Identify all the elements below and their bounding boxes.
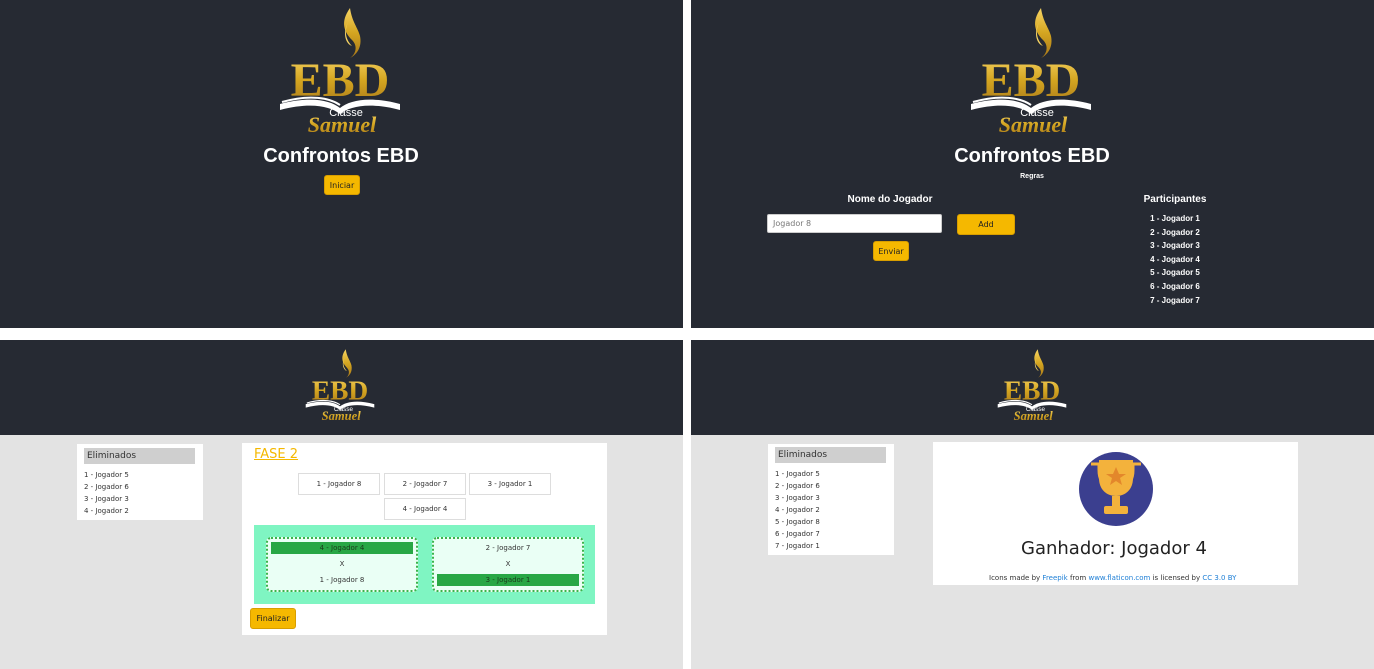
- list-item: 2 - Jogador 6: [775, 482, 820, 490]
- match-player-winner[interactable]: 4 - Jogador 4: [271, 542, 413, 554]
- list-item: 4 - Jogador 2: [84, 507, 129, 515]
- screen-winner: EBD Classe Samuel Eliminados 1 - Jogador…: [691, 340, 1374, 669]
- match-player[interactable]: 1 - Jogador 8: [271, 574, 413, 586]
- page-title: Confrontos EBD: [954, 145, 1110, 167]
- screen-phase: EBD Classe Samuel Eliminados 1 - Jogador…: [0, 340, 683, 669]
- matches-area: 4 - Jogador 4 X 1 - Jogador 8 2 - Jogado…: [254, 525, 595, 604]
- list-item: 3 - Jogador 3: [1150, 241, 1200, 251]
- player-name-input[interactable]: Jogador 8: [767, 214, 942, 233]
- list-item: 1 - Jogador 5: [84, 471, 129, 479]
- list-item: 7 - Jogador 7: [1150, 295, 1200, 305]
- send-button[interactable]: Enviar: [873, 241, 909, 261]
- screen-register: EBD Classe Samuel Confrontos EBD Regras …: [691, 0, 1374, 328]
- list-item: 2 - Jogador 6: [84, 483, 129, 491]
- list-item: 3 - Jogador 3: [775, 494, 820, 502]
- rules-link[interactable]: Regras: [1011, 173, 1053, 180]
- match-vs: X: [505, 560, 511, 568]
- svg-text:Samuel: Samuel: [322, 409, 362, 423]
- list-item: 6 - Jogador 6: [1150, 281, 1200, 291]
- svg-text:EBD: EBD: [312, 376, 368, 406]
- svg-text:Samuel: Samuel: [1014, 409, 1054, 423]
- winner-text: Ganhador: Jogador 4: [1021, 538, 1207, 559]
- svg-text:Samuel: Samuel: [308, 112, 377, 137]
- svg-text:EBD: EBD: [1004, 376, 1060, 406]
- list-item: 5 - Jogador 8: [775, 518, 820, 526]
- match-player-winner[interactable]: 3 - Jogador 1: [437, 574, 579, 586]
- list-item: 2 - Jogador 2: [1150, 227, 1200, 237]
- player-box[interactable]: 3 - Jogador 1: [469, 473, 551, 495]
- phase-card: FASE 2 1 - Jogador 8 2 - Jogador 7 3 - J…: [242, 443, 607, 635]
- phase-title: FASE 2: [254, 447, 299, 462]
- svg-text:EBD: EBD: [982, 54, 1081, 107]
- player-box[interactable]: 4 - Jogador 4: [384, 498, 466, 520]
- trophy-icon: [1079, 452, 1153, 526]
- eliminated-list: 1 - Jogador 5 2 - Jogador 6 3 - Jogador …: [775, 468, 820, 552]
- freepik-link[interactable]: Freepik: [1042, 574, 1067, 582]
- list-item: 7 - Jogador 1: [775, 542, 820, 550]
- ebd-logo: EBD Classe Samuel: [270, 4, 410, 144]
- eliminated-title: Eliminados: [84, 448, 195, 464]
- participants-title: Participantes: [1143, 194, 1207, 205]
- ebd-logo: EBD Classe Samuel: [300, 344, 380, 430]
- player-box[interactable]: 1 - Jogador 8: [298, 473, 380, 495]
- logo-ebd-text: EBD: [291, 54, 390, 107]
- list-item: 3 - Jogador 3: [84, 495, 129, 503]
- list-item: 1 - Jogador 1: [1150, 214, 1200, 223]
- ebd-logo: EBD Classe Samuel: [992, 344, 1072, 430]
- ebd-logo: EBD Classe Samuel: [961, 4, 1101, 144]
- license-link[interactable]: CC 3.0 BY: [1202, 574, 1236, 582]
- credits-line: Icons made by Freepik from www.flaticon.…: [989, 574, 1237, 582]
- list-item: 6 - Jogador 7: [775, 530, 820, 538]
- match-player[interactable]: 2 - Jogador 7: [437, 542, 579, 554]
- match-card: 4 - Jogador 4 X 1 - Jogador 8: [266, 537, 418, 592]
- eliminated-card: Eliminados 1 - Jogador 5 2 - Jogador 6 3…: [77, 444, 203, 520]
- eliminated-list: 1 - Jogador 5 2 - Jogador 6 3 - Jogador …: [84, 469, 129, 517]
- list-item: 4 - Jogador 4: [1150, 254, 1200, 264]
- list-item: 1 - Jogador 5: [775, 470, 820, 478]
- participants-list: 1 - Jogador 1 2 - Jogador 2 3 - Jogador …: [1125, 212, 1225, 307]
- list-item: 4 - Jogador 2: [775, 506, 820, 514]
- winner-card: Ganhador: Jogador 4 Icons made by Freepi…: [933, 442, 1298, 585]
- match-card: 2 - Jogador 7 X 3 - Jogador 1: [432, 537, 584, 592]
- finish-button[interactable]: Finalizar: [250, 608, 296, 629]
- svg-text:Samuel: Samuel: [999, 112, 1068, 137]
- eliminated-title: Eliminados: [775, 447, 886, 463]
- match-vs: X: [339, 560, 345, 568]
- page-title: Confrontos EBD: [263, 145, 419, 167]
- screen-start: EBD Classe Samuel Confrontos EBD Iniciar: [0, 0, 683, 328]
- eliminated-card: Eliminados 1 - Jogador 5 2 - Jogador 6 3…: [768, 444, 894, 555]
- player-name-label: Nome do Jogador: [847, 194, 933, 205]
- flaticon-link[interactable]: www.flaticon.com: [1088, 574, 1150, 582]
- start-button[interactable]: Iniciar: [324, 175, 360, 195]
- player-box[interactable]: 2 - Jogador 7: [384, 473, 466, 495]
- add-button[interactable]: Add: [957, 214, 1015, 235]
- list-item: 5 - Jogador 5: [1150, 268, 1200, 278]
